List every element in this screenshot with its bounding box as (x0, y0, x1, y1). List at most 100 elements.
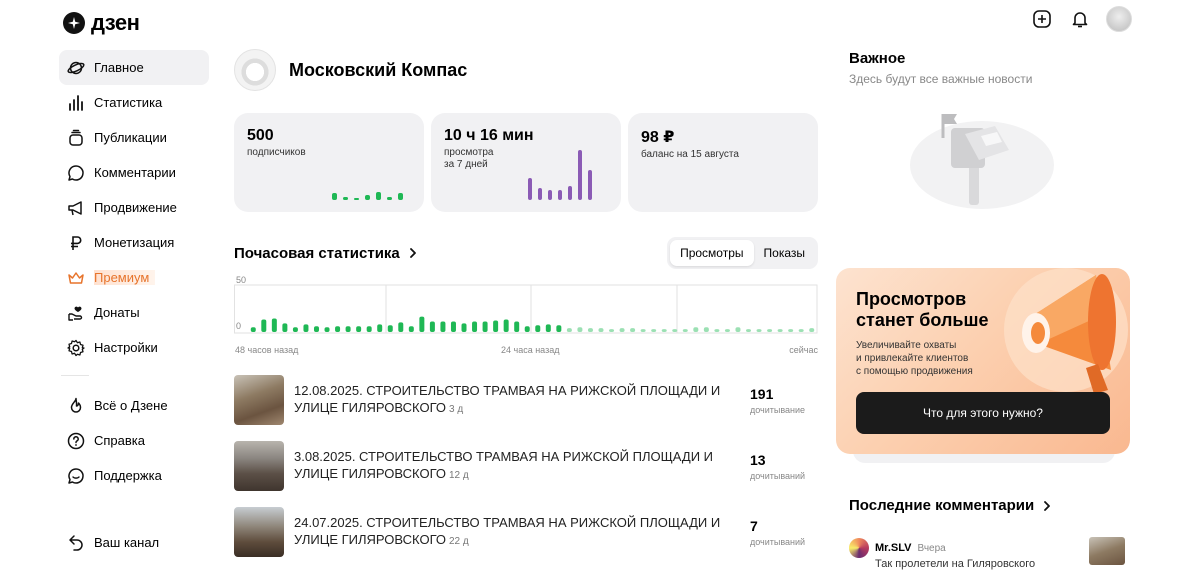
chart-bar (335, 326, 341, 332)
logo[interactable]: дзен (63, 10, 140, 36)
publication-row[interactable]: 24.07.2025. СТРОИТЕЛЬСТВО ТРАМВАЯ НА РИЖ… (234, 507, 818, 557)
chart-bar (524, 326, 530, 332)
sidebar-item-monetization[interactable]: Монетизация (59, 225, 209, 260)
sparkline-bar (398, 193, 403, 200)
watch-time-card[interactable]: 10 ч 16 мин просмотра за 7 дней (431, 113, 621, 212)
chart-bar (809, 328, 815, 332)
sidebar-item-premium[interactable]: Премиум (59, 260, 209, 295)
sparkline-bar (354, 198, 359, 200)
chart-bar (472, 321, 478, 332)
chart-bar (356, 326, 362, 332)
chart-bar (598, 328, 604, 332)
chart-bar (429, 321, 435, 332)
sidebar-item-settings[interactable]: Настройки (59, 330, 209, 365)
publication-title[interactable]: 3.08.2025. СТРОИТЕЛЬСТВО ТРАМВАЯ НА РИЖС… (294, 448, 739, 484)
recent-comments-header[interactable]: Последние комментарии (849, 497, 1052, 514)
sidebar-item-home[interactable]: Главное (59, 50, 209, 85)
publication-metric-label: дочитывание (750, 404, 806, 415)
recent-comments-title: Последние комментарии (849, 497, 1035, 514)
publication-row[interactable]: 3.08.2025. СТРОИТЕЛЬСТВО ТРАМВАЯ НА РИЖС… (234, 441, 818, 491)
megaphone-illustration (1004, 268, 1128, 394)
sidebar-item-label: Комментарии (94, 165, 176, 180)
add-post-icon[interactable] (1030, 7, 1054, 31)
channel-name[interactable]: Московский Компас (289, 60, 467, 81)
publication-age: 22 д (449, 536, 469, 547)
publication-count: 191 (750, 385, 774, 402)
sidebar-item-promotion[interactable]: Продвижение (59, 190, 209, 225)
comment-publication-thumbnail[interactable] (1089, 537, 1125, 565)
sparkline-bar (376, 192, 381, 200)
publication-thumbnail[interactable] (234, 507, 284, 557)
publications-list: 12.08.2025. СТРОИТЕЛЬСТВО ТРАМВАЯ НА РИЖ… (234, 375, 818, 557)
sidebar-item-label: Статистика (94, 95, 163, 110)
promo-title: Просмотров станет больше (856, 289, 989, 330)
promo-cta-button[interactable]: Что для этого нужно? (856, 392, 1110, 434)
chart-bar (566, 328, 572, 332)
publication-title[interactable]: 12.08.2025. СТРОИТЕЛЬСТВО ТРАМВАЯ НА РИЖ… (294, 382, 739, 418)
chart-bar (798, 329, 804, 332)
publication-thumbnail[interactable] (234, 441, 284, 491)
publication-metric: 7 дочитываний (750, 518, 805, 547)
chart-bar (788, 329, 794, 332)
chart-bar (577, 327, 583, 332)
sidebar-item-about-dzen[interactable]: Всё о Дзене (59, 388, 209, 423)
sparkline-bar (558, 190, 562, 200)
tab-views[interactable]: Просмотры (670, 240, 754, 266)
promo-text-line3: с помощью продвижения (856, 366, 973, 377)
balance-card[interactable]: 98 ₽ баланс на 15 августа (628, 113, 818, 212)
comment-item[interactable]: Mr.SLV Вчера Так пролетели на Гиляровско… (849, 537, 1131, 570)
ruble-icon (67, 234, 85, 252)
publication-metric-label: дочитываний (750, 470, 806, 481)
comment-snippet: Так пролетели на Гиляровского (875, 558, 1036, 570)
sparkline-bar (343, 197, 348, 200)
chart-bar (619, 328, 625, 332)
publication-thumbnail[interactable] (234, 375, 284, 425)
sidebar-item-comments[interactable]: Комментарии (59, 155, 209, 190)
balance-value: 98 ₽ (641, 129, 675, 146)
chart-bar (303, 324, 309, 332)
chart-frame (234, 284, 818, 334)
right-column: Важное Здесь будут все важные новости Пр… (836, 50, 1131, 570)
sidebar-item-donations[interactable]: Донаты (59, 295, 209, 330)
balance-caption: баланс на 15 августа (641, 149, 739, 160)
sidebar-item-help[interactable]: Справка (59, 423, 209, 458)
chart-bar (366, 326, 372, 332)
channel-avatar[interactable] (234, 49, 276, 91)
x-label-now: сейчас (789, 345, 818, 355)
important-subtitle: Здесь будут все важные новости (849, 72, 1033, 86)
promo-text-line2: и привлекайте клиентов (856, 353, 969, 364)
subscribers-card[interactable]: 500 подписчиков (234, 113, 424, 212)
chart-bar (640, 329, 646, 332)
chart-bar (419, 316, 425, 332)
publication-metric: 191 дочитывание (750, 386, 805, 415)
megaphone-icon (67, 199, 85, 217)
sidebar-item-statistics[interactable]: Статистика (59, 85, 209, 120)
promotion-card[interactable]: Просмотров станет больше Увеличивайте ох… (836, 268, 1130, 454)
sidebar-item-label: Премиум (94, 270, 156, 285)
publication-row[interactable]: 12.08.2025. СТРОИТЕЛЬСТВО ТРАМВАЯ НА РИЖ… (234, 375, 818, 425)
commenter-avatar[interactable] (849, 538, 869, 558)
sidebar-item-your-channel[interactable]: Ваш канал (59, 525, 209, 560)
chart-bar (250, 327, 256, 332)
comment-time: Вчера (917, 542, 946, 554)
chart-bar (398, 322, 404, 332)
hourly-stats-title-text: Почасовая статистика (234, 244, 400, 262)
chart-bar (514, 321, 520, 332)
sparkline-bar (538, 188, 542, 200)
tab-impressions[interactable]: Показы (754, 240, 815, 266)
sidebar-item-support[interactable]: Поддержка (59, 458, 209, 493)
publication-count: 13 (750, 451, 766, 468)
chart-bar (461, 323, 467, 332)
publication-title[interactable]: 24.07.2025. СТРОИТЕЛЬСТВО ТРАМВАЯ НА РИЖ… (294, 514, 739, 550)
hourly-stats-title[interactable]: Почасовая статистика (234, 245, 418, 262)
user-avatar[interactable] (1106, 6, 1132, 32)
chart-bar (545, 324, 551, 332)
bell-icon[interactable] (1068, 7, 1092, 31)
sidebar-item-publications[interactable]: Публикации (59, 120, 209, 155)
main-content: Московский Компас 500 подписчиков 10 ч 1… (234, 48, 818, 557)
chart-bar (493, 320, 499, 332)
sidebar-item-label: Поддержка (94, 468, 162, 483)
commenter-name[interactable]: Mr.SLV (875, 542, 911, 554)
publication-metric: 13 дочитываний (750, 452, 805, 481)
chart-bar (292, 327, 298, 332)
